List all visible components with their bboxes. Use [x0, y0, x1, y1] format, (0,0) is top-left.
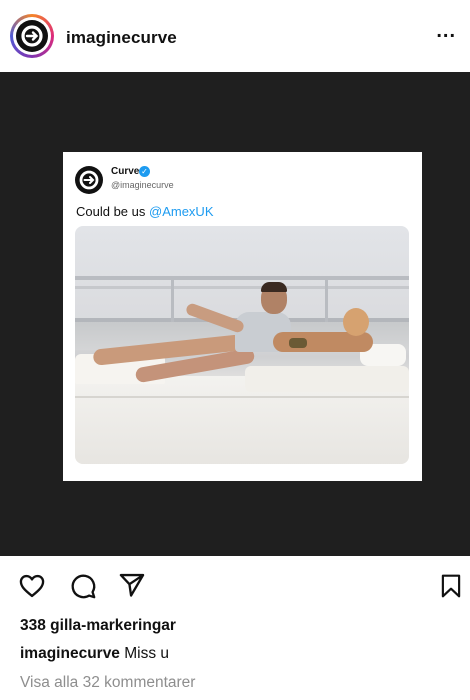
photo-railing-post: [325, 276, 328, 322]
send-icon[interactable]: [117, 571, 147, 604]
photo-swimsuit: [289, 338, 307, 348]
curve-logo-icon: [16, 20, 48, 52]
tweet-screenshot: Curve ✓ @imaginecurve Could be us @AmexU…: [63, 152, 422, 481]
post-actions: 338 gilla-markeringar imaginecurve Miss …: [0, 556, 470, 700]
tweet-text: Could be us @AmexUK: [76, 204, 214, 219]
tweet-mention: @AmexUK: [149, 204, 214, 219]
heart-icon[interactable]: [18, 572, 46, 605]
tweet-author-handle: @imaginecurve: [111, 180, 174, 190]
photo-hull-line: [75, 396, 409, 398]
verified-badge-icon: ✓: [139, 166, 150, 177]
view-comments-link[interactable]: Visa alla 32 kommentarer: [20, 674, 195, 692]
caption-text: Miss u: [119, 645, 170, 662]
caption-username[interactable]: imaginecurve: [20, 645, 120, 662]
post-header: imaginecurve ...: [0, 0, 470, 72]
photo-railing: [75, 276, 409, 280]
comment-icon[interactable]: [69, 572, 97, 605]
photo-person-head: [343, 308, 369, 336]
tweet-body: Could be us: [76, 204, 149, 219]
post-caption: imaginecurve Miss u: [20, 645, 169, 663]
post-username[interactable]: imaginecurve: [66, 28, 177, 48]
photo-railing: [75, 286, 409, 289]
profile-avatar[interactable]: [10, 14, 54, 58]
photo-cushion: [245, 366, 409, 392]
photo-person-hair: [261, 282, 287, 292]
tweet-photo: [75, 226, 409, 464]
post-image[interactable]: Curve ✓ @imaginecurve Could be us @AmexU…: [0, 72, 470, 556]
like-count[interactable]: 338 gilla-markeringar: [20, 617, 176, 635]
bookmark-icon[interactable]: [438, 572, 464, 605]
tweet-avatar-icon: [75, 166, 103, 194]
photo-railing-post: [171, 276, 174, 322]
tweet-author-name: Curve: [111, 166, 140, 177]
more-icon[interactable]: ...: [436, 21, 456, 41]
